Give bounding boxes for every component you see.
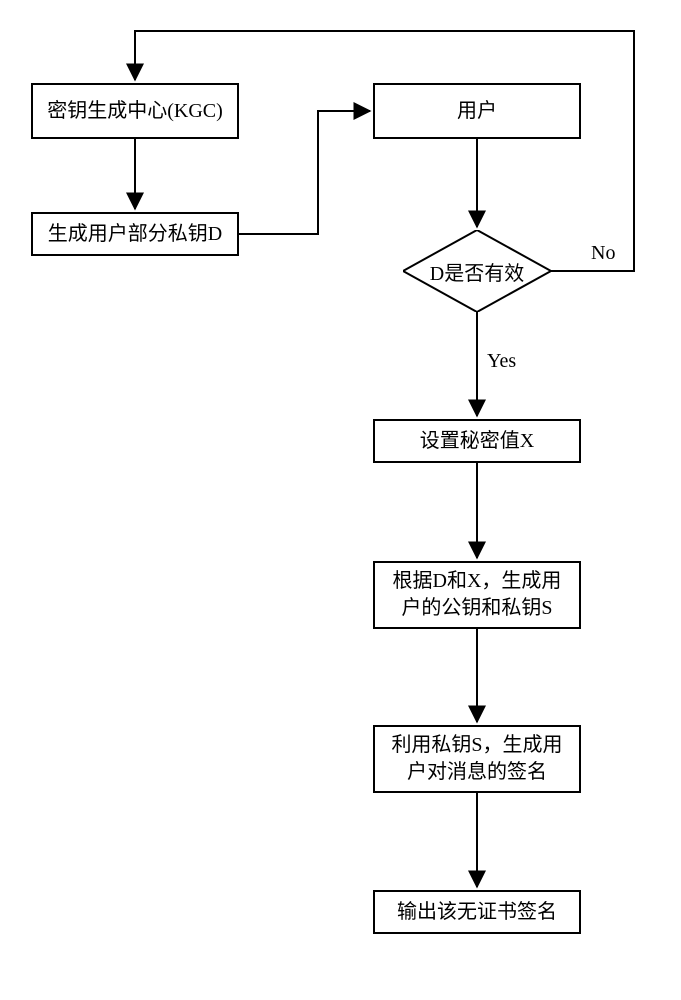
node-sign-label: 利用私钥S，生成用 户对消息的签名 — [391, 732, 562, 786]
node-gen-keys-label: 根据D和X，生成用 户的公钥和私钥S — [393, 568, 562, 622]
node-set-x: 设置秘密值X — [373, 419, 581, 463]
node-sign: 利用私钥S，生成用 户对消息的签名 — [373, 725, 581, 793]
node-gen-keys: 根据D和X，生成用 户的公钥和私钥S — [373, 561, 581, 629]
node-gen-d: 生成用户部分私钥D — [31, 212, 239, 256]
node-set-x-label: 设置秘密值X — [420, 428, 534, 455]
arrows-layer — [0, 0, 681, 1000]
node-user: 用户 — [373, 83, 581, 139]
node-gen-d-label: 生成用户部分私钥D — [48, 221, 222, 248]
node-kgc-label: 密钥生成中心(KGC) — [47, 98, 223, 125]
node-output: 输出该无证书签名 — [373, 890, 581, 934]
node-check-d: D是否有效 — [403, 230, 551, 312]
node-output-label: 输出该无证书签名 — [397, 899, 557, 926]
edge-label-yes: Yes — [487, 350, 516, 373]
flowchart-canvas: 密钥生成中心(KGC) 生成用户部分私钥D 用户 D是否有效 设置秘密值X 根据… — [0, 0, 681, 1000]
node-user-label: 用户 — [457, 98, 497, 125]
node-check-d-label: D是否有效 — [403, 230, 551, 312]
node-kgc: 密钥生成中心(KGC) — [31, 83, 239, 139]
edge-label-no: No — [591, 242, 615, 265]
